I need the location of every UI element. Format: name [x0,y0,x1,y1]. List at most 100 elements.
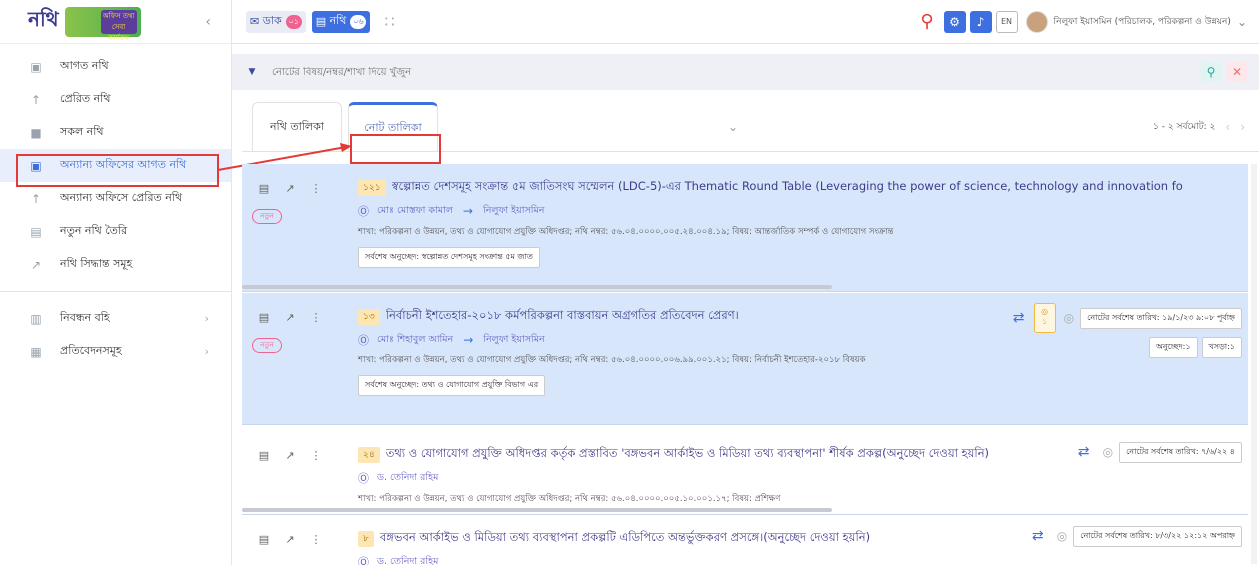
more-vertical-icon[interactable]: ⋮ [308,531,324,547]
note-number-badge: ২৪ [358,446,380,463]
language-toggle[interactable]: EN [995,10,1018,33]
list-item[interactable]: ▤ ↗ ⋮ নতুন ১৩ নির্বাচনী ইশতেহার-২০১৮ কর্… [242,293,1248,425]
vertical-scrollbar[interactable] [1251,164,1257,564]
document-icon[interactable]: ▤ [256,180,272,196]
card-actions: ⇄ ◎ নোটের সর্বশেষ তারিখ: ৭/৬/২২ ৪ [1069,441,1242,463]
sidebar-item-new-nothi[interactable]: ▤ নতুন নথি তৈরি [0,215,231,248]
more-vertical-icon[interactable]: ⋮ [308,180,324,196]
user-icon: Ⓞ [358,334,369,347]
search-bar: ▼ ⚲ ✕ [232,54,1259,90]
search-icon[interactable]: ⚲ [920,11,933,32]
bell-icon[interactable]: ♪ [969,10,992,33]
note-date: নোটের সর্বশেষ তারিখ: ১৯/১/২৩ ৯:০৮ পূর্বা… [1080,307,1242,329]
open-external-icon[interactable]: ↗ [282,180,298,196]
file-icon: ▤ [315,15,330,28]
collapse-sidebar-icon[interactable]: ‹ [205,14,211,30]
pagination-text: ১ - ২ সর্বমোট: ২ [1153,122,1216,132]
avatar[interactable] [1025,10,1048,33]
note-meta: শাখা: পরিকল্পনা ও উন্নয়ন, তথ্য ও যোগাযো… [358,227,894,237]
nothi-button[interactable]: ▤ নথি ০৬ [311,10,371,33]
apps-grid-icon[interactable]: ∷ [384,12,394,31]
chevron-left-icon[interactable]: ‹ [1225,120,1230,134]
attachment-count-value: ১ [1042,317,1048,326]
card-tools: ▤ ↗ ⋮ [256,309,334,325]
caret-down-icon[interactable]: ▼ [240,67,264,77]
chevron-right-icon[interactable]: › [1240,120,1245,134]
sidebar-divider [0,291,231,292]
horizontal-scrollbar[interactable] [242,285,832,289]
note-title[interactable]: স্বল্পোন্নত দেশসমূহ সংক্রান্ত ৫ম জাতিসংঘ… [392,178,1183,197]
note-list: ▤ ↗ ⋮ নতুন ১২১ স্বল্পোন্নত দেশসমূহ সংক্র… [242,164,1248,565]
receiver-name: নিলুফা ইয়াসমিন [483,333,545,345]
last-paragraph-pill: সর্বশেষ অনুচ্ছেদ: স্বল্পোন্নত দেশসমূহ সং… [358,247,540,268]
upload-icon: ↑ [30,92,42,107]
topbar: ✉ ডাক ০১ ▤ নথি ০৬ ∷ ⚲ ⚙ ♪ EN নিলুফা ইয়া… [232,0,1259,44]
sidebar-item-label: নথি সিদ্ধান্ত সমূহ [60,257,133,270]
paragraph-count: অনুচ্ছেদ:১ [1148,337,1198,358]
dak-button[interactable]: ✉ ডাক ০১ [246,10,306,33]
sidebar-item-register[interactable]: ▥ নিবন্ধন বহি › [0,302,231,335]
sidebar-item-other-office-sent[interactable]: ↑ অন্যান্য অফিসে প্রেরিত নথি [0,182,231,215]
sidebar-item-sent[interactable]: ↑ প্রেরিত নথি [0,83,231,116]
user-icon: Ⓞ [358,205,369,218]
attachment-count[interactable]: ◎ ১ [1033,303,1056,333]
pin-icon: ↗ [30,257,42,272]
card-tools: ▤ ↗ ⋮ [256,531,334,547]
document-icon[interactable]: ▤ [256,531,272,547]
list-item[interactable]: ▤ ↗ ⋮ ২৪ তথ্য ও যোগাযোগ প্রযুক্তি অধিদপ্… [242,431,1248,515]
open-external-icon[interactable]: ↗ [282,531,298,547]
sidebar-item-label: প্রেরিত নথি [60,92,111,105]
pagination: ১ - ২ সর্বমোট: ২ ‹ › [1153,119,1245,134]
note-number-badge: ১৩ [358,308,380,325]
topbar-right: ⚲ ⚙ ♪ EN নিলুফা ইয়াসমিন (পরিচালক, পরিকল… [920,10,1259,33]
sidebar-item-reports[interactable]: ▦ প্রতিবেদনসমূহ › [0,335,231,368]
note-title[interactable]: বঙ্গভবন আর্কাইভ ও মিডিয়া তথ্য ব্যবস্থাপ… [380,529,870,548]
open-external-icon[interactable]: ↗ [282,447,298,463]
logo-badge: অফিস তথ্য সেবা কার্যক্রম [64,6,141,42]
clear-icon[interactable]: ✕ [1227,62,1247,82]
eye-icon[interactable]: ◎ [1057,529,1067,543]
swap-icon[interactable]: ⇄ [1073,441,1095,463]
document-icon[interactable]: ▤ [256,447,272,463]
tab-divider [242,151,1259,152]
sidebar-item-incoming[interactable]: ▣ আগত নথি [0,50,231,83]
search-icon[interactable]: ⚲ [1201,62,1221,82]
new-badge: নতুন [252,338,282,353]
sidebar-item-label: অন্যান্য অফিসের আগত নথি [60,158,187,171]
chevron-down-icon[interactable]: ⌄ [1237,15,1247,29]
note-meta: শাখা: পরিকল্পনা ও উন্নয়ন, তথ্য ও যোগাযো… [358,494,781,504]
swap-icon[interactable]: ⇄ [1008,307,1030,329]
note-title[interactable]: তথ্য ও যোগাযোগ প্রযুক্তি অধিদপ্তর কর্তৃক… [386,445,989,464]
more-vertical-icon[interactable]: ⋮ [308,447,324,463]
tab-nothi-list[interactable]: নথি তালিকা [252,102,342,152]
gear-icon[interactable]: ⚙ [943,10,966,33]
note-meta: শাখা: পরিকল্পনা ও উন্নয়ন, তথ্য ও যোগাযো… [358,355,866,365]
last-paragraph-pill: সর্বশেষ অনুচ্ছেদ: তথ্য ও যোগাযোগ প্রযুক্… [358,375,546,396]
search-input[interactable] [264,66,1201,78]
chevron-down-icon[interactable]: ⌄ [728,120,738,134]
receiver-name: নিলুফা ইয়াসমিন [482,204,545,216]
card-body: ১৩ নির্বাচনী ইশতেহার-২০১৮ কর্মপরিকল্পনা … [358,307,928,396]
list-item[interactable]: ▤ ↗ ⋮ ৮ বঙ্গভবন আর্কাইভ ও মিডিয়া তথ্য ব… [242,515,1248,565]
card-actions: ⇄ ◎ নোটের সর্বশেষ তারিখ: ৮/৩/২২ ১২:১২ অপ… [1023,525,1242,547]
horizontal-scrollbar[interactable] [242,508,832,512]
eye-icon[interactable]: ◎ [1103,445,1113,459]
logo-row: নথি অফিস তথ্য সেবা কার্যক্রম ‹ [0,0,231,44]
logo-text[interactable]: নথি [28,5,59,38]
document-icon[interactable]: ▤ [256,309,272,325]
list-item[interactable]: ▤ ↗ ⋮ নতুন ১২১ স্বল্পোন্নত দেশসমূহ সংক্র… [242,164,1248,292]
inbox-icon: ▣ [30,158,42,173]
sidebar-item-all[interactable]: ■ সকল নথি [0,116,231,149]
sender-name: মোঃ শিহাবুল আমিন [377,333,454,345]
open-external-icon[interactable]: ↗ [282,309,298,325]
sidebar-item-decisions[interactable]: ↗ নথি সিদ্ধান্ত সমূহ [0,248,231,281]
more-vertical-icon[interactable]: ⋮ [308,309,324,325]
eye-off-icon[interactable]: ◎ [1064,311,1074,325]
logo-sub: অফিস তথ্য সেবা কার্যক্রম [100,9,137,42]
chevron-right-icon: › [204,345,209,358]
sidebar-item-other-office-incoming[interactable]: ▣ অন্যান্য অফিসের আগত নথি [0,149,231,182]
tab-note-list[interactable]: নোট তালিকা [348,102,438,152]
user-name[interactable]: নিলুফা ইয়াসমিন (পরিচালক, পরিকল্পনা ও উন… [1054,14,1231,29]
note-title[interactable]: নির্বাচনী ইশতেহার-২০১৮ কর্মপরিকল্পনা বাস… [386,307,739,326]
swap-icon[interactable]: ⇄ [1027,525,1049,547]
